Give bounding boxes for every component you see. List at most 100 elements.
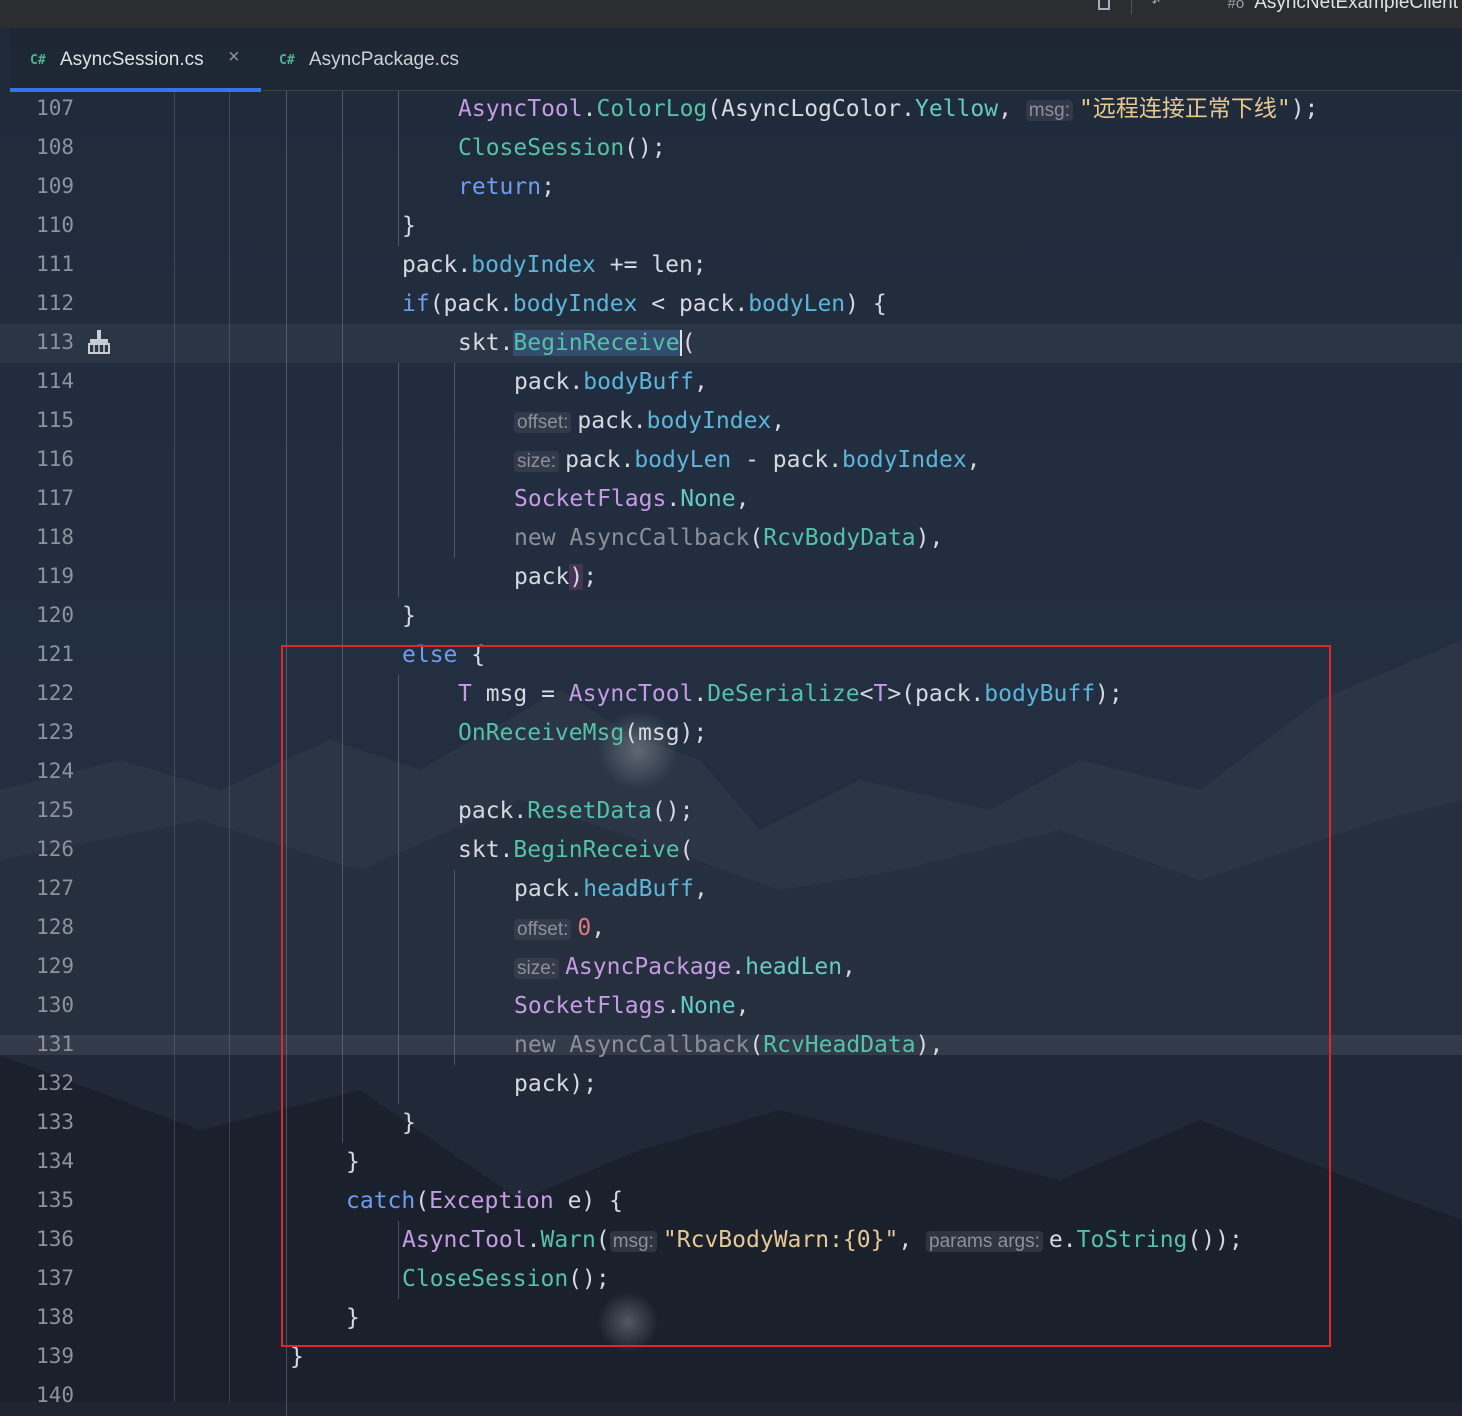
code-token: AsyncLogColor (721, 96, 902, 122)
code-line[interactable]: 111 pack.bodyIndex += len; (0, 246, 1462, 285)
code-token: ) (569, 564, 584, 590)
code-token: += len; (595, 252, 707, 278)
code-line[interactable]: 120} (0, 597, 1462, 636)
code-line[interactable]: 117 SocketFlags.None, (0, 480, 1462, 519)
line-number[interactable]: 136 (18, 1227, 74, 1251)
line-number[interactable]: 119 (18, 564, 74, 588)
line-number[interactable]: 133 (18, 1110, 74, 1134)
parameter-hint: msg: (1025, 100, 1073, 121)
line-number[interactable]: 126 (18, 837, 74, 861)
line-number[interactable]: 129 (18, 954, 74, 978)
code-text[interactable]: pack); (514, 562, 597, 592)
code-text[interactable]: CloseSession(); (458, 133, 666, 163)
code-text[interactable]: } (402, 601, 416, 631)
code-text[interactable]: size: pack.bodyLen - pack.bodyIndex, (514, 445, 981, 477)
line-number[interactable]: 110 (18, 213, 74, 237)
line-number[interactable]: 113 (18, 330, 74, 354)
indent-guide (454, 363, 455, 558)
code-text[interactable]: pack.bodyBuff, (514, 367, 708, 397)
code-line[interactable]: 110} (0, 207, 1462, 246)
code-token: pack (565, 447, 621, 473)
code-token: ; (541, 174, 555, 200)
indent-guide (398, 90, 399, 246)
line-number[interactable]: 121 (18, 642, 74, 666)
line-number[interactable]: 134 (18, 1149, 74, 1173)
line-number[interactable]: 137 (18, 1266, 74, 1290)
code-token: , (694, 369, 708, 395)
code-line[interactable]: 116 size: pack.bodyLen - pack.bodyIndex, (0, 441, 1462, 480)
code-token: (); (624, 135, 666, 161)
tab-asyncsession-cs[interactable]: C# AsyncSession.cs × (10, 28, 261, 92)
line-number[interactable]: 127 (18, 876, 74, 900)
csharp-file-icon: C# (279, 53, 295, 68)
active-tab-indicator (10, 88, 261, 92)
code-line[interactable]: 114 pack.bodyBuff, (0, 363, 1462, 402)
line-number[interactable]: 125 (18, 798, 74, 822)
code-line[interactable]: 118 new AsyncCallback(RcvBodyData), (0, 519, 1462, 558)
line-number[interactable]: 138 (18, 1305, 74, 1329)
code-token: } (402, 603, 416, 629)
line-number[interactable]: 117 (18, 486, 74, 510)
code-text[interactable]: AsyncTool.ColorLog(AsyncLogColor.Yellow,… (458, 94, 1318, 126)
project-selector[interactable]: #ô AsyncNetExampleClient (1228, 0, 1459, 14)
back-arrow-icon[interactable]: ↶ (1152, 0, 1160, 10)
line-number[interactable]: 140 (18, 1383, 74, 1407)
code-text[interactable]: skt.BeginReceive( (458, 328, 695, 358)
line-number[interactable]: 114 (18, 369, 74, 393)
line-number[interactable]: 109 (18, 174, 74, 198)
line-number[interactable]: 124 (18, 759, 74, 783)
code-token: CloseSession (458, 135, 625, 161)
code-line[interactable]: 140 (0, 1377, 1462, 1416)
code-line[interactable]: 108 CloseSession(); (0, 129, 1462, 168)
line-number[interactable]: 108 (18, 135, 74, 159)
line-number[interactable]: 123 (18, 720, 74, 744)
toolbar-separator (1131, 0, 1132, 14)
line-number[interactable]: 112 (18, 291, 74, 315)
code-token: ( (681, 330, 696, 356)
parameter-hint: size: (514, 451, 560, 472)
code-token: bodyLen (634, 447, 732, 473)
line-number[interactable]: 135 (18, 1188, 74, 1212)
line-number[interactable]: 116 (18, 447, 74, 471)
code-line[interactable]: 119 pack); (0, 558, 1462, 597)
code-text[interactable]: pack.bodyIndex += len; (402, 250, 707, 280)
line-number[interactable]: 107 (18, 96, 74, 120)
line-number[interactable]: 132 (18, 1071, 74, 1095)
code-token: ( (707, 96, 722, 122)
line-number[interactable]: 118 (18, 525, 74, 549)
code-line[interactable]: 109 return; (0, 168, 1462, 207)
code-token: . (620, 447, 635, 473)
code-token: skt (458, 330, 500, 356)
code-text[interactable]: offset: pack.bodyIndex, (514, 406, 785, 438)
line-number[interactable]: 111 (18, 252, 74, 276)
code-text[interactable]: if(pack.bodyIndex < pack.bodyLen) { (402, 289, 887, 319)
line-number[interactable]: 130 (18, 993, 74, 1017)
line-number[interactable]: 122 (18, 681, 74, 705)
code-token: } (402, 213, 416, 239)
code-token: bodyIndex (842, 447, 967, 473)
code-text[interactable]: SocketFlags.None, (514, 484, 749, 514)
line-number[interactable]: 128 (18, 915, 74, 939)
code-line[interactable]: 107 AsyncTool.ColorLog(AsyncLogColor.Yell… (0, 90, 1462, 129)
toolbar-icon[interactable] (1098, 0, 1110, 10)
broom-icon[interactable] (86, 329, 112, 355)
highlight-annotation-box (281, 645, 1331, 1347)
code-token: RcvBodyData (763, 525, 916, 551)
code-line[interactable]: 115 offset: pack.bodyIndex, (0, 402, 1462, 441)
tab-asyncpackage-cs[interactable]: C# AsyncPackage.cs (261, 28, 501, 90)
code-line[interactable]: 113 skt.BeginReceive( (0, 324, 1462, 363)
line-number[interactable]: 131 (18, 1032, 74, 1056)
line-number[interactable]: 115 (18, 408, 74, 432)
code-token: AsyncTool (458, 96, 583, 122)
code-token: ) { (845, 291, 887, 317)
code-token: bodyIndex (471, 252, 596, 278)
line-number[interactable]: 120 (18, 603, 74, 627)
line-number[interactable]: 139 (18, 1344, 74, 1368)
code-line[interactable]: 112 if(pack.bodyIndex < pack.bodyLen) { (0, 285, 1462, 324)
code-text[interactable]: new AsyncCallback(RcvBodyData), (514, 523, 943, 553)
code-token: bodyLen (748, 291, 846, 317)
code-token: - pack. (731, 447, 843, 473)
code-text[interactable]: return; (458, 172, 555, 202)
close-tab-icon[interactable]: × (228, 46, 240, 69)
code-text[interactable]: } (402, 211, 416, 241)
